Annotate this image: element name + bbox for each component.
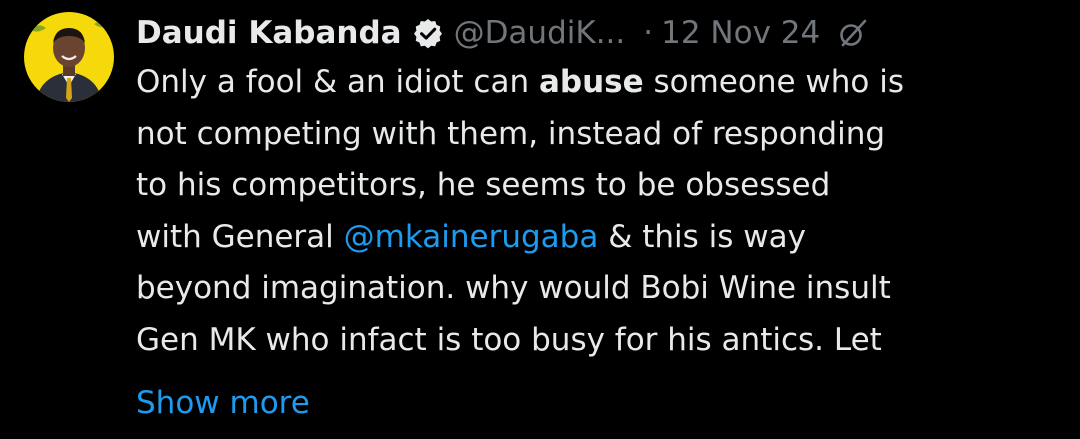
tweet-date[interactable]: 12 Nov 24 [661, 15, 820, 51]
mention-link[interactable]: @mkainerugaba [344, 219, 599, 255]
tweet-line: with General @mkainerugaba & this is way [136, 212, 1066, 264]
tweet-line: Only a fool & an idiot can abuse someone… [136, 57, 1066, 109]
grok-icon[interactable] [838, 18, 868, 48]
show-more-link[interactable]: Show more [136, 378, 310, 429]
text-segment: someone who is [643, 64, 905, 100]
tweet-line: beyond imagination. why would Bobi Wine … [136, 270, 891, 306]
tweet-line: not competing with them, instead of resp… [136, 115, 886, 152]
verified-badge-icon [412, 17, 444, 49]
tweet-header: Daudi Kabanda @DaudiK... · 12 Nov 24 [136, 10, 868, 56]
text-segment: & this is way [598, 218, 806, 255]
avatar-image [24, 12, 114, 102]
text-segment: with General [136, 218, 344, 255]
separator-dot: · [643, 15, 654, 51]
tweet-line: to his competitors, he seems to be obses… [136, 167, 831, 203]
bold-text: abuse [538, 64, 644, 100]
avatar[interactable] [24, 12, 114, 102]
tweet-line: Gen MK who infact is too busy for his an… [136, 321, 882, 358]
tweet[interactable]: Daudi Kabanda @DaudiK... · 12 Nov 24 Onl… [0, 0, 1080, 439]
tweet-text: Only a fool & an idiot can abuse someone… [136, 57, 1066, 366]
author-name[interactable]: Daudi Kabanda [136, 15, 402, 51]
text-segment: Only a fool & an idiot can [136, 64, 539, 100]
author-handle[interactable]: @DaudiK... [454, 15, 626, 51]
